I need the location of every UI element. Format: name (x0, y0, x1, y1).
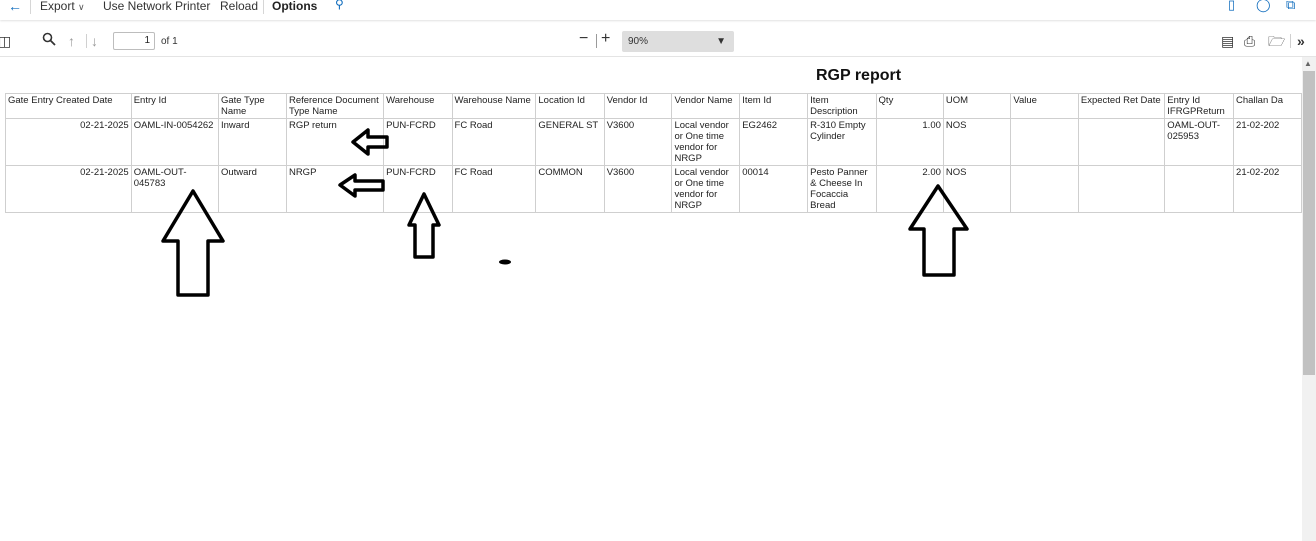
table-cell: Outward (217, 165, 287, 213)
table-row: 02-21-2025 OAML-OUT-045783 Outward NRGP PUN-… (5, 165, 1302, 213)
column-header: Entry Id IFRGPReturn (1164, 93, 1235, 119)
page-view-icon[interactable]: ▤ (1221, 32, 1234, 50)
column-header: Gate Type Name (217, 93, 287, 119)
table-cell: NOS (942, 165, 1012, 213)
divider (86, 34, 87, 48)
arrow-down-icon[interactable]: ↓ (91, 32, 98, 50)
column-header: Qty (875, 93, 944, 119)
column-header: Reference Document Type Name (285, 93, 385, 119)
column-header: Challan Da (1233, 93, 1302, 119)
zoom-value: 90% (628, 36, 649, 47)
divider (263, 0, 264, 14)
table-cell (1164, 165, 1235, 213)
divider (30, 0, 31, 14)
table-cell: 1.00 (875, 118, 944, 166)
table-cell: V3600 (603, 165, 673, 213)
arrow-up-icon[interactable]: ↑ (68, 32, 75, 50)
report-canvas: RGP report Gate Entry Created Date Entry … (0, 57, 1302, 541)
search-icon[interactable] (42, 32, 56, 50)
vertical-scrollbar[interactable]: ▲ (1302, 57, 1316, 541)
column-header: UOM (942, 93, 1012, 119)
sidebar-toggle-icon[interactable]: ◫ (0, 32, 11, 50)
command-bar: ← Export ∨ Use Network Printer Reload Op… (0, 0, 1316, 20)
table-cell: 00014 (739, 165, 809, 213)
table-cell (1010, 165, 1079, 213)
page-number-input[interactable]: 1 (113, 32, 155, 50)
table-cell: FC Road (451, 165, 537, 213)
table-cell: OAML-IN-0054262 (130, 118, 219, 166)
scroll-up-icon[interactable]: ▲ (1304, 59, 1312, 68)
table-cell: 02-21-2025 (5, 165, 132, 213)
table-cell: OAML-OUT-025953 (1164, 118, 1235, 166)
table-cell: GENERAL ST (535, 118, 605, 166)
table-cell: 21-02-202 (1233, 165, 1302, 213)
reload-button[interactable]: Reload (220, 0, 258, 13)
column-header: Warehouse Name (451, 93, 537, 119)
find-icon[interactable]: ⚲ (335, 0, 344, 11)
table-cell: NOS (942, 118, 1012, 166)
column-header: Gate Entry Created Date (5, 93, 132, 119)
table-cell: 02-21-2025 (5, 118, 132, 166)
column-header: Item Id (739, 93, 809, 119)
column-header: Warehouse (383, 93, 453, 119)
column-header: Location Id (535, 93, 605, 119)
minus-icon[interactable]: − (579, 30, 588, 48)
divider (1290, 34, 1291, 48)
column-header: Item Description (807, 93, 877, 119)
column-header: Entry Id (130, 93, 219, 119)
table-row: 02-21-2025 OAML-IN-0054262 Inward RGP retur… (5, 118, 1302, 166)
table-cell: EG2462 (739, 118, 809, 166)
column-header: Vendor Id (603, 93, 673, 119)
export-label: Export (40, 0, 75, 13)
report-title: RGP report (816, 67, 902, 84)
column-header: Value (1010, 93, 1079, 119)
chevron-down-icon: ∨ (78, 2, 85, 12)
more-chevrons-icon[interactable]: » (1297, 32, 1305, 50)
open-new-window-icon[interactable]: ⧉ (1286, 0, 1295, 13)
table-cell (1077, 118, 1166, 166)
table-cell: PUN-FCRD (383, 118, 453, 166)
table-cell (1010, 118, 1079, 166)
page-count-label: of 1 (161, 36, 178, 47)
table-cell (1077, 165, 1166, 213)
table-cell: FC Road (451, 118, 537, 166)
scrollbar-thumb[interactable] (1303, 71, 1315, 375)
rgp-report-table: Gate Entry Created Date Entry Id Gate Type… (5, 93, 1302, 213)
table-cell: V3600 (603, 118, 673, 166)
table-cell: OAML-OUT-045783 (130, 165, 219, 213)
table-cell: RGP return (285, 118, 385, 166)
table-header-row: Gate Entry Created Date Entry Id Gate Type… (5, 93, 1302, 119)
column-header: Vendor Name (671, 93, 741, 119)
use-network-printer-button[interactable]: Use Network Printer (103, 0, 210, 13)
plus-icon[interactable]: + (601, 30, 610, 48)
table-cell: NRGP (285, 165, 385, 213)
table-cell: Pesto Panner & Cheese In Focaccia Bread (807, 165, 877, 213)
export-button[interactable]: Export ∨ (40, 0, 85, 13)
options-button[interactable]: Options (272, 0, 317, 13)
office-icon[interactable]: ▯ (1228, 0, 1235, 13)
column-header: Expected Ret Date (1077, 93, 1166, 119)
table-cell: Inward (217, 118, 287, 166)
refresh-circle-icon[interactable]: ◯ (1256, 0, 1271, 13)
table-cell: COMMON (535, 165, 605, 213)
table-cell: R-310 Empty Cylinder (807, 118, 877, 166)
zoom-select[interactable]: 90% ▼ (622, 31, 734, 52)
annotation-dot (499, 259, 511, 265)
table-cell: 21-02-202 (1233, 118, 1302, 166)
print-icon[interactable]: ⎙ (1244, 32, 1255, 50)
report-viewer-toolbar: ◫ ↑ ↓ 1 of 1 − + 90% ▼ ▤ ⎙ 🗁 » (0, 28, 1316, 57)
divider (596, 34, 597, 48)
table-cell: 2.00 (875, 165, 944, 213)
back-arrow-icon[interactable]: ← (8, 0, 22, 14)
table-cell: PUN-FCRD (383, 165, 453, 213)
table-body: 02-21-2025 OAML-IN-0054262 Inward RGP retur… (5, 118, 1302, 213)
chevron-down-icon: ▼ (716, 36, 726, 47)
table-cell: Local vendor or One time vendor for NRGP (671, 118, 741, 166)
table-cell: Local vendor or One time vendor for NRGP (671, 165, 741, 213)
save-icon[interactable]: 🗁 (1268, 32, 1285, 50)
